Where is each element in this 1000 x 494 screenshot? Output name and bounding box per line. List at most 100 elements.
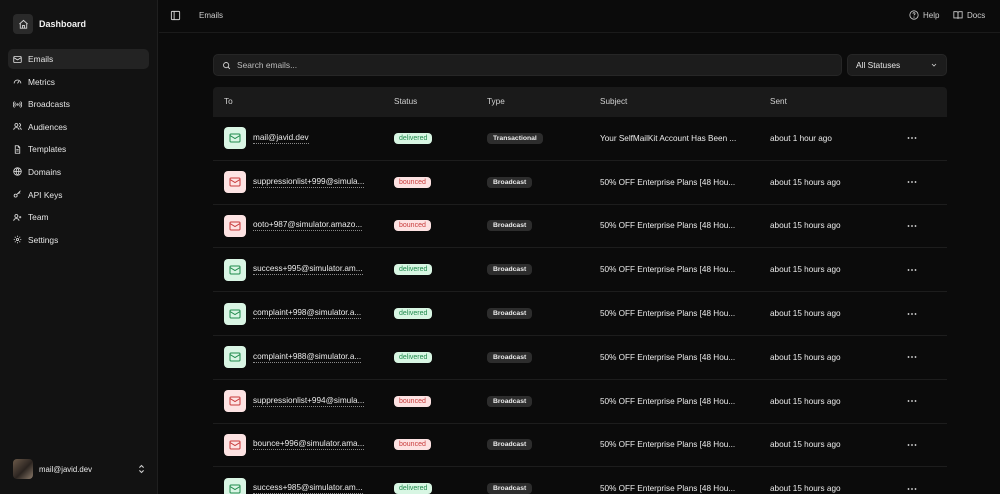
more-horizontal-icon bbox=[907, 312, 917, 315]
column-header-status[interactable]: Status bbox=[394, 97, 417, 106]
more-horizontal-icon bbox=[907, 225, 917, 227]
row-actions[interactable] bbox=[907, 205, 917, 248]
status-badge: delivered bbox=[394, 308, 433, 320]
sidebar-item-team[interactable]: Team bbox=[8, 207, 149, 227]
status-cell: delivered bbox=[394, 248, 433, 291]
table-row[interactable]: mail@javid.dev delivered Transactional Your… bbox=[213, 117, 947, 161]
home-icon bbox=[13, 14, 33, 34]
gear-icon bbox=[13, 235, 22, 244]
table-row[interactable]: suppressionlist+999@simula... bounced Broa… bbox=[213, 161, 947, 205]
row-actions[interactable] bbox=[907, 380, 917, 423]
type-cell: Broadcast bbox=[487, 467, 533, 494]
recipient-email[interactable]: bounce+996@simulator.ama... bbox=[253, 439, 365, 451]
recipient-email[interactable]: success+985@simulator.am... bbox=[253, 483, 363, 494]
user-menu[interactable]: mail@javid.dev bbox=[13, 459, 145, 479]
more-horizontal-icon bbox=[907, 181, 917, 184]
table-row[interactable]: complaint+998@simulator.a... delivered Bro… bbox=[213, 292, 947, 336]
gauge-icon bbox=[13, 77, 22, 86]
mail-icon bbox=[224, 302, 246, 325]
table-row[interactable]: suppressionlist+994@simula... bounced Broa… bbox=[213, 380, 947, 424]
table-row[interactable]: complaint+988@simulator.a... delivered Bro… bbox=[213, 336, 947, 380]
table-row[interactable]: ooto+987@simulator.amazo... bounced Broadc… bbox=[213, 205, 947, 249]
status-badge: delivered bbox=[394, 132, 433, 144]
mail-icon bbox=[224, 171, 246, 194]
recipient-email[interactable]: success+995@simulator.am... bbox=[253, 264, 363, 276]
status-filter-value: All Statuses bbox=[856, 60, 901, 70]
email-subject: 50% OFF Enterprise Plans [48 Hou... bbox=[600, 309, 736, 319]
sidebar-item-domains[interactable]: Domains bbox=[8, 162, 149, 182]
row-actions[interactable] bbox=[907, 467, 917, 494]
sent-cell: about 15 hours ago bbox=[770, 467, 841, 494]
sidebar-item-settings[interactable]: Settings bbox=[8, 230, 149, 250]
more-horizontal-icon bbox=[907, 137, 917, 140]
column-header-subject[interactable]: Subject bbox=[600, 97, 627, 106]
to-cell: complaint+988@simulator.a... bbox=[224, 336, 362, 379]
sent-time: about 15 hours ago bbox=[770, 309, 841, 319]
users-icon bbox=[13, 122, 22, 131]
status-badge: delivered bbox=[394, 351, 433, 363]
sidebar-item-label: Templates bbox=[28, 144, 67, 155]
row-actions[interactable] bbox=[907, 161, 917, 204]
status-cell: bounced bbox=[394, 380, 431, 423]
avatar bbox=[13, 459, 33, 479]
type-badge: Broadcast bbox=[487, 176, 533, 188]
help-link[interactable]: Help bbox=[909, 10, 939, 20]
to-cell: ooto+987@simulator.amazo... bbox=[224, 205, 363, 248]
type-cell: Broadcast bbox=[487, 380, 533, 423]
column-header-type[interactable]: Type bbox=[487, 97, 505, 106]
recipient-email[interactable]: complaint+988@simulator.a... bbox=[253, 352, 362, 363]
type-badge: Transactional bbox=[487, 132, 543, 144]
more-horizontal-icon bbox=[907, 356, 917, 359]
subject-cell: 50% OFF Enterprise Plans [48 Hou... bbox=[600, 248, 735, 291]
table-row[interactable]: success+995@simulator.am... delivered Broa… bbox=[213, 248, 947, 293]
type-cell: Broadcast bbox=[487, 424, 533, 467]
sent-time: about 15 hours ago bbox=[770, 440, 841, 450]
brand-title: Dashboard bbox=[39, 19, 87, 29]
type-cell: Transactional bbox=[487, 117, 543, 160]
sidebar-item-emails[interactable]: Emails bbox=[8, 49, 149, 69]
user-plus-icon bbox=[13, 213, 22, 222]
column-header-to[interactable]: To bbox=[224, 97, 233, 106]
status-filter-select[interactable]: All Statuses bbox=[847, 54, 947, 76]
row-actions[interactable] bbox=[907, 424, 917, 467]
chevron-down-icon bbox=[931, 63, 937, 67]
recipient-email[interactable]: suppressionlist+994@simula... bbox=[253, 396, 365, 407]
recipient-email[interactable]: mail@javid.dev bbox=[253, 133, 309, 144]
sent-time: about 15 hours ago bbox=[770, 352, 841, 362]
email-subject: Your SelfMailKit Account Has Been ... bbox=[600, 133, 737, 143]
sidebar-toggle-icon[interactable] bbox=[170, 10, 181, 21]
search-input[interactable] bbox=[237, 60, 827, 70]
status-badge: delivered bbox=[394, 264, 433, 276]
subject-cell: 50% OFF Enterprise Plans [48 Hou... bbox=[600, 205, 735, 248]
sent-cell: about 15 hours ago bbox=[770, 161, 841, 204]
sidebar-item-metrics[interactable]: Metrics bbox=[8, 72, 149, 92]
row-actions[interactable] bbox=[907, 117, 917, 160]
search-bar[interactable] bbox=[213, 54, 842, 76]
help-circle-icon bbox=[909, 10, 919, 20]
recipient-email[interactable]: ooto+987@simulator.amazo... bbox=[253, 220, 363, 232]
row-actions[interactable] bbox=[907, 292, 917, 335]
sent-time: about 15 hours ago bbox=[770, 484, 841, 494]
mail-icon bbox=[13, 55, 22, 64]
row-actions[interactable] bbox=[907, 248, 917, 291]
to-cell: mail@javid.dev bbox=[224, 117, 309, 160]
sidebar-item-broadcasts[interactable]: Broadcasts bbox=[8, 94, 149, 114]
sidebar-item-label: Broadcasts bbox=[28, 99, 70, 110]
status-cell: delivered bbox=[394, 467, 433, 494]
mail-icon bbox=[224, 346, 246, 369]
table-row[interactable]: bounce+996@simulator.ama... bounced Broadc… bbox=[213, 424, 947, 468]
table-row[interactable]: success+985@simulator.am... delivered Broa… bbox=[213, 467, 947, 494]
docs-link[interactable]: Docs bbox=[953, 10, 985, 20]
column-header-sent[interactable]: Sent bbox=[770, 97, 787, 106]
sidebar-item-templates[interactable]: Templates bbox=[8, 139, 149, 159]
sidebar-item-api-keys[interactable]: API Keys bbox=[8, 185, 149, 205]
globe-icon bbox=[13, 167, 22, 177]
recipient-email[interactable]: suppressionlist+999@simula... bbox=[253, 177, 365, 188]
sidebar-item-audiences[interactable]: Audiences bbox=[8, 117, 149, 137]
breadcrumb: Emails bbox=[199, 11, 224, 20]
brand[interactable]: Dashboard bbox=[13, 13, 86, 35]
sent-cell: about 15 hours ago bbox=[770, 292, 841, 335]
type-badge: Broadcast bbox=[487, 264, 533, 276]
row-actions[interactable] bbox=[907, 336, 917, 379]
recipient-email[interactable]: complaint+998@simulator.a... bbox=[253, 308, 362, 320]
